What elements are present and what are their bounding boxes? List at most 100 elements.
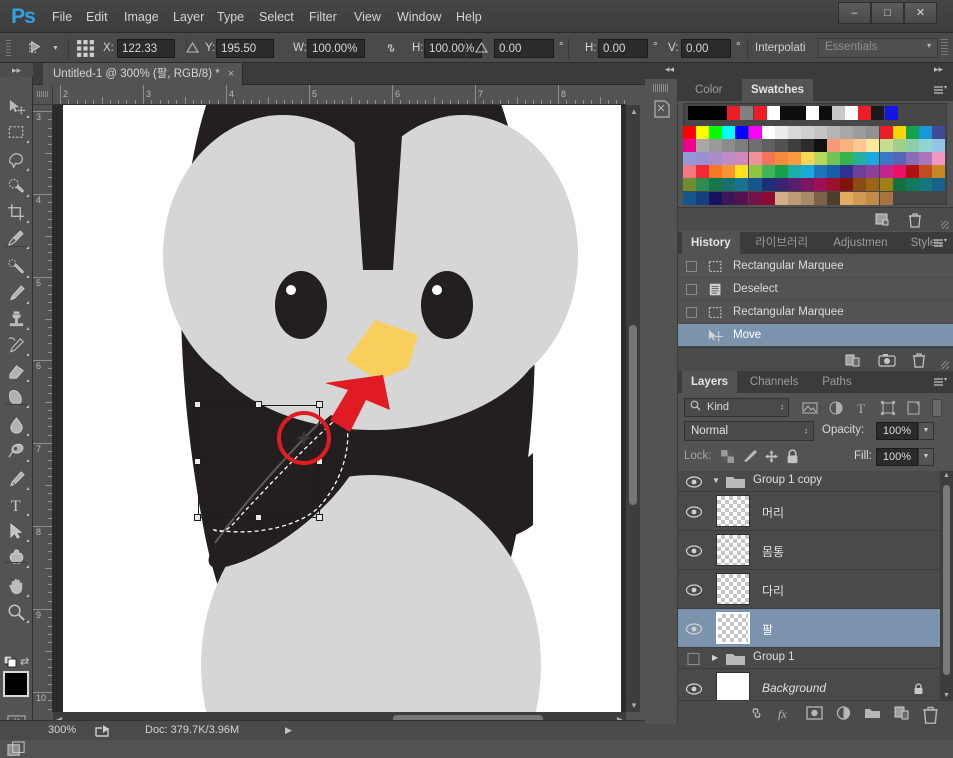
color-swatch[interactable]	[918, 139, 932, 153]
color-swatch[interactable]	[748, 126, 762, 139]
fill-dropdown-icon[interactable]: ▼	[918, 448, 934, 466]
spot-healing-brush-tool-icon[interactable]	[2, 255, 31, 280]
color-swatch[interactable]	[814, 126, 827, 139]
color-swatch[interactable]	[787, 139, 801, 153]
color-swatch[interactable]	[787, 178, 801, 192]
color-swatch[interactable]	[735, 126, 749, 139]
color-swatch[interactable]	[853, 191, 867, 205]
document-tab[interactable]: Untitled-1 @ 300% (팔, RGB/8) * ×	[43, 63, 244, 85]
color-swatch[interactable]	[683, 126, 696, 139]
color-swatch[interactable]	[879, 191, 893, 205]
menu-image[interactable]: Image	[118, 8, 165, 26]
tab-channels[interactable]: Channels	[741, 371, 808, 393]
new-swatch-icon[interactable]	[874, 212, 890, 227]
menu-edit[interactable]: Edit	[80, 8, 114, 26]
filter-pixel-icon[interactable]	[802, 400, 818, 416]
color-swatch[interactable]	[709, 165, 723, 179]
color-swatch[interactable]	[761, 126, 775, 139]
link-wh-icon[interactable]	[384, 42, 398, 54]
recent-swatch[interactable]	[871, 106, 885, 120]
color-swatch[interactable]	[722, 152, 736, 166]
blend-mode-select[interactable]: Normal ↕	[684, 421, 814, 441]
color-swatch[interactable]	[683, 165, 696, 179]
swatches-resize-grip[interactable]	[941, 221, 949, 229]
option-field-1[interactable]: 195.50 px	[216, 39, 274, 73]
color-swatch[interactable]	[774, 165, 788, 179]
option-field-2[interactable]: 100.00%	[307, 39, 365, 58]
add-layer-mask-icon[interactable]	[806, 705, 823, 721]
maximize-button[interactable]: □	[871, 2, 904, 24]
scroll-down-arrow[interactable]: ▼	[630, 701, 638, 710]
layer-visibility-icon[interactable]	[685, 583, 703, 597]
layer-visibility-icon[interactable]	[685, 622, 703, 636]
color-swatch[interactable]	[827, 178, 841, 192]
color-swatch[interactable]	[866, 165, 880, 179]
tab-라이브러리[interactable]: 라이브러리	[746, 232, 817, 254]
color-swatch[interactable]	[735, 165, 749, 179]
color-swatch[interactable]	[787, 191, 801, 205]
layer-thumbnail[interactable]	[716, 573, 750, 605]
color-swatch[interactable]	[709, 126, 723, 139]
tab-adjustmen[interactable]: Adjustmen	[824, 232, 896, 254]
recent-swatch[interactable]	[819, 106, 832, 120]
new-group-icon[interactable]	[864, 705, 881, 721]
filter-shape-icon[interactable]	[880, 400, 896, 416]
delete-layer-icon[interactable]	[922, 705, 939, 724]
tab-swatches[interactable]: Swatches	[742, 79, 814, 101]
color-swatch[interactable]	[931, 139, 945, 153]
dodge-tool-icon[interactable]	[2, 439, 31, 464]
tab-history[interactable]: History	[682, 232, 740, 254]
history-state-row[interactable]: Deselect	[678, 278, 953, 301]
new-document-from-state-icon[interactable]	[844, 352, 861, 368]
tab-color[interactable]: Color	[686, 79, 731, 101]
layer-scroll-thumb[interactable]	[943, 485, 950, 675]
color-swatch[interactable]	[866, 178, 880, 192]
recent-swatch[interactable]	[714, 106, 728, 120]
history-icon-button[interactable]	[651, 97, 673, 121]
color-swatch[interactable]	[866, 126, 880, 139]
layer-style-fx-icon[interactable]: fx	[777, 705, 794, 721]
color-swatch[interactable]	[866, 191, 880, 205]
status-expand-arrow[interactable]: ▶	[285, 725, 292, 736]
color-swatch[interactable]	[879, 126, 893, 139]
color-swatch[interactable]	[840, 152, 854, 166]
color-swatch[interactable]	[827, 152, 841, 166]
color-swatch[interactable]	[853, 165, 867, 179]
quick-selection-tool-icon[interactable]	[2, 174, 31, 199]
color-swatch[interactable]	[709, 139, 723, 153]
layer-visibility-icon[interactable]	[685, 544, 703, 558]
menu-select[interactable]: Select	[253, 8, 300, 26]
color-swatch[interactable]	[800, 126, 814, 139]
color-swatch[interactable]	[892, 139, 906, 153]
color-swatch[interactable]	[918, 152, 932, 166]
rectangular-marquee-tool-icon[interactable]	[2, 120, 31, 145]
history-state-row[interactable]: Rectangular Marquee	[678, 255, 953, 278]
opacity-value[interactable]: 100%	[876, 422, 918, 440]
color-swatch[interactable]	[709, 152, 723, 166]
layer-visibility-icon[interactable]	[685, 475, 703, 489]
blur-tool-icon[interactable]	[2, 413, 31, 438]
option-field-5[interactable]: 0.00	[598, 39, 648, 58]
color-swatch[interactable]	[735, 178, 749, 192]
brush-tool-icon[interactable]	[2, 281, 31, 306]
type-tool-icon[interactable]: T	[2, 493, 31, 518]
color-swatch[interactable]	[774, 191, 788, 205]
color-swatch[interactable]	[800, 191, 814, 205]
color-swatch[interactable]	[748, 191, 762, 205]
lasso-tool-icon[interactable]	[2, 148, 31, 173]
zoom-tool-icon[interactable]	[2, 600, 31, 625]
color-swatch[interactable]	[800, 178, 814, 192]
color-swatch[interactable]	[931, 165, 945, 179]
history-resize-grip[interactable]	[941, 361, 949, 369]
color-swatch[interactable]	[774, 152, 788, 166]
color-swatch[interactable]	[879, 139, 893, 153]
color-swatch[interactable]	[761, 191, 775, 205]
color-swatch[interactable]	[774, 126, 788, 139]
layer-filter-kind-select[interactable]: Kind ↕	[684, 398, 789, 417]
option-field-4[interactable]: 0.00	[494, 39, 554, 58]
color-swatch[interactable]	[840, 178, 854, 192]
color-swatch[interactable]	[853, 152, 867, 166]
color-swatch[interactable]	[722, 139, 736, 153]
gradient-tool-icon[interactable]	[2, 385, 31, 410]
filter-adjustment-icon[interactable]	[828, 400, 844, 416]
